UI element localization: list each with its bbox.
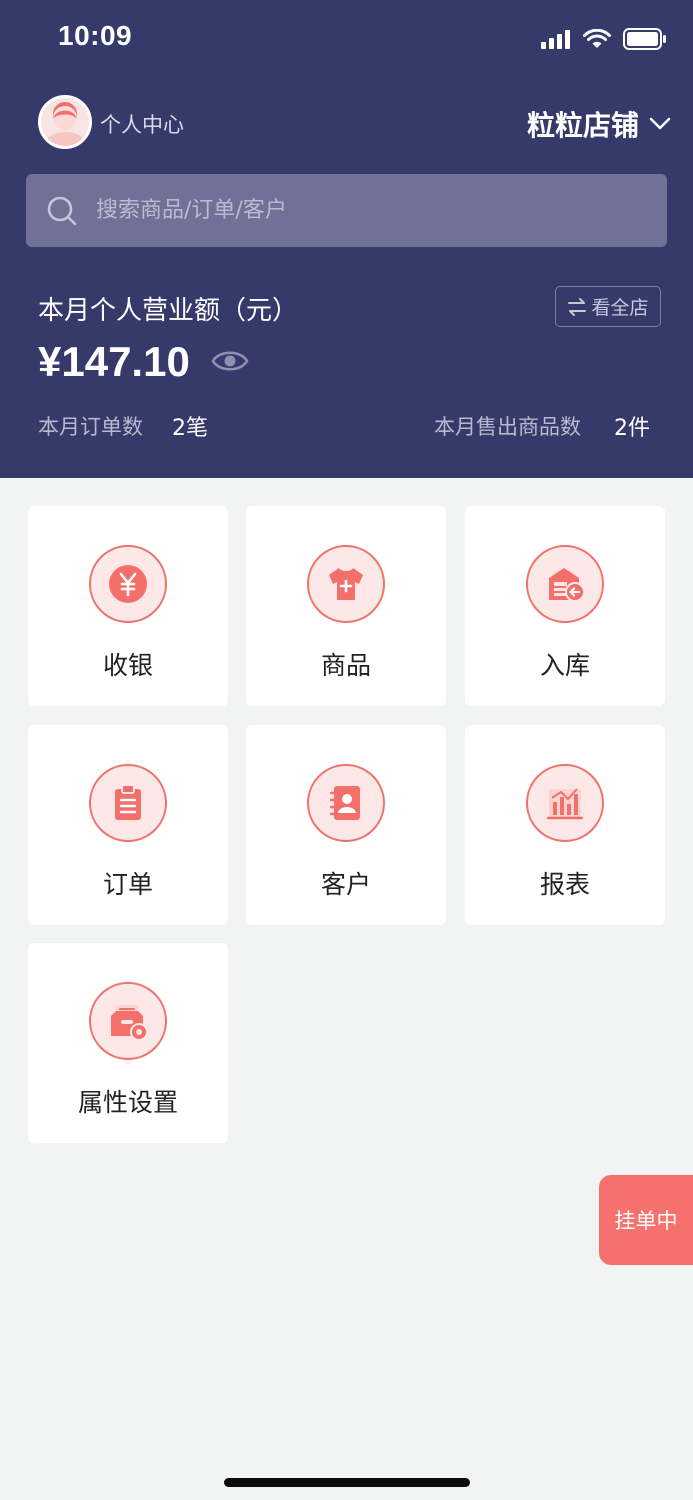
grid-item-attribute-settings[interactable]: 属性设置 [28, 943, 228, 1143]
grid-item-label: 属性设置 [77, 1088, 178, 1117]
wifi-icon [583, 29, 611, 48]
grid-item-label: 客户 [320, 870, 371, 899]
swap-arrows-icon [568, 297, 587, 316]
grid-item-label: 入库 [539, 651, 590, 680]
header: 10:09 个人中心 粒粒店铺 搜索商品/订单/客户 本月个人营业额（元） 看全… [0, 0, 693, 478]
grid-item-orders[interactable]: 订单 [28, 725, 228, 925]
profile-center-link[interactable]: 个人中心 [100, 109, 184, 139]
monthly-items-sold-label: 本月售出商品数 [434, 415, 581, 439]
status-time: 10:09 [58, 20, 133, 51]
tshirt-icon [329, 568, 363, 600]
avatar[interactable] [38, 95, 92, 149]
home-indicator[interactable] [224, 1478, 470, 1487]
box-settings-icon [111, 1005, 148, 1041]
grid-item-stock-in[interactable]: 入库 [465, 506, 665, 706]
grid-item-products[interactable]: 商品 [246, 506, 446, 706]
battery-icon [623, 28, 666, 50]
clipboard-icon [115, 784, 141, 820]
grid-item-label: 报表 [539, 870, 590, 899]
monthly-orders-label: 本月订单数 [38, 415, 143, 439]
grid-item-label: 订单 [102, 870, 153, 899]
grid-item-label: 收银 [102, 651, 153, 680]
view-whole-store-label: 看全店 [591, 297, 649, 319]
monthly-orders-value: 2笔 [172, 416, 208, 441]
contact-book-icon [329, 786, 360, 820]
store-name: 粒粒店铺 [526, 109, 639, 142]
search-bar[interactable] [26, 174, 667, 247]
pending-orders-tab[interactable]: 挂单中 [599, 1175, 693, 1265]
bar-chart-icon [546, 788, 584, 820]
grid-item-customers[interactable]: 客户 [246, 725, 446, 925]
monthly-items-sold-value: 2件 [614, 416, 650, 441]
user-avatar-icon [41, 98, 89, 146]
revenue-amount: ¥147.10 [38, 338, 190, 385]
warehouse-in-icon [549, 568, 585, 602]
eye-icon[interactable] [210, 344, 250, 378]
status-icons [541, 28, 667, 50]
yuan-coin-icon [109, 565, 147, 603]
chevron-down-icon [649, 117, 671, 130]
search-icon [47, 196, 77, 225]
revenue-title: 本月个人营业额（元） [38, 296, 299, 326]
store-selector[interactable]: 粒粒店铺 [527, 104, 671, 144]
grid-item-cashier[interactable]: 收银 [28, 506, 228, 706]
grid-item-label: 商品 [320, 651, 371, 680]
grid-item-reports[interactable]: 报表 [465, 725, 665, 925]
cellular-signal-icon [541, 30, 570, 49]
view-whole-store-button[interactable]: 看全店 [555, 286, 661, 327]
search-input[interactable] [96, 198, 616, 223]
